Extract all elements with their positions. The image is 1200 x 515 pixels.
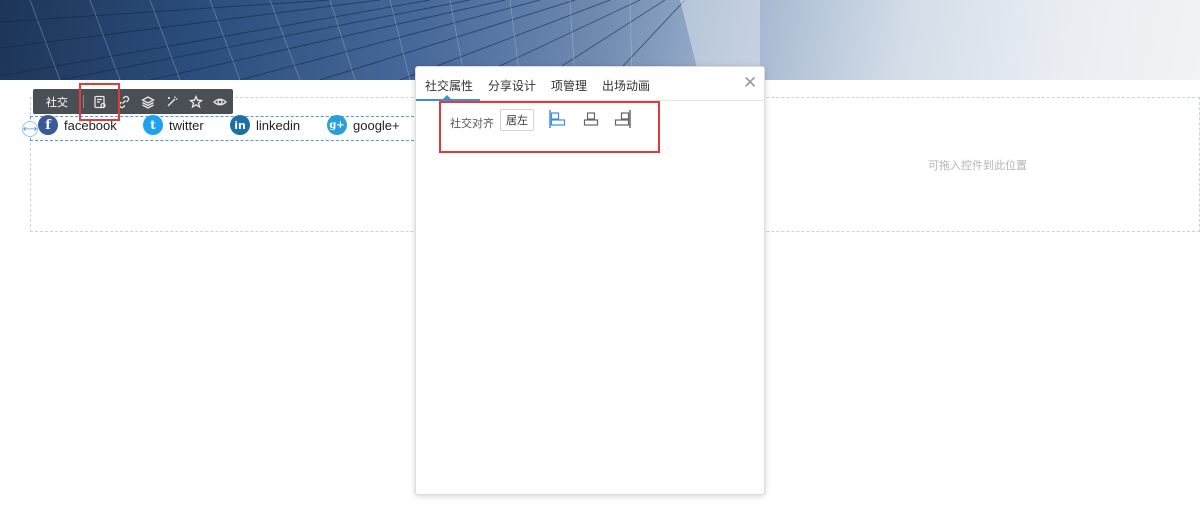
- close-icon[interactable]: ✕: [743, 73, 757, 93]
- social-align-label: 社交对齐: [450, 117, 494, 130]
- layers-icon[interactable]: [136, 89, 160, 114]
- social-label-linkedin: linkedin: [256, 117, 301, 133]
- linkedin-icon: in: [230, 115, 250, 135]
- toolbar-label: 社交: [46, 95, 68, 109]
- star-icon[interactable]: [184, 89, 208, 114]
- control-toolbar: 社交: [33, 89, 233, 114]
- social-label-twitter: twitter: [169, 117, 204, 133]
- eye-icon[interactable]: [208, 89, 232, 114]
- active-tab-underline: [416, 99, 480, 101]
- twitter-icon: t: [143, 115, 163, 135]
- social-item-twitter[interactable]: t twitter: [143, 114, 204, 136]
- tab-share-design[interactable]: 分享设计: [488, 77, 536, 94]
- drop-hint: 可拖入控件到此位置: [928, 159, 1027, 172]
- social-align-select[interactable]: 居左: [500, 109, 534, 131]
- tab-item-management[interactable]: 项管理: [551, 77, 587, 94]
- align-right-icon[interactable]: [614, 109, 632, 129]
- tab-entrance-animation[interactable]: 出场动画: [602, 77, 650, 94]
- social-label-facebook: facebook: [64, 117, 117, 133]
- toolbar-divider: [83, 95, 84, 108]
- settings-doc-icon[interactable]: [88, 89, 112, 114]
- align-left-icon[interactable]: [548, 109, 566, 129]
- page: 可拖入控件到此位置 ⟷ f facebook t twitter in link…: [0, 0, 1200, 515]
- properties-panel: 社交属性 分享设计 项管理 出场动画 ✕ 社交对齐 居左: [415, 66, 765, 495]
- social-item-linkedin[interactable]: in linkedin: [230, 114, 300, 136]
- social-item-facebook[interactable]: f facebook: [38, 114, 117, 136]
- facebook-icon: f: [38, 115, 58, 135]
- resize-handle-icon[interactable]: ⟷: [22, 121, 38, 137]
- social-label-google-plus: google+: [353, 117, 400, 133]
- social-item-google-plus[interactable]: g+ google+: [327, 114, 400, 136]
- link-icon[interactable]: [112, 89, 136, 114]
- magic-wand-icon[interactable]: [160, 89, 184, 114]
- tab-social-properties[interactable]: 社交属性: [425, 77, 473, 94]
- panel-tabs: 社交属性 分享设计 项管理 出场动画 ✕: [416, 67, 764, 101]
- align-center-icon[interactable]: [582, 109, 600, 129]
- google-plus-icon: g+: [327, 115, 347, 135]
